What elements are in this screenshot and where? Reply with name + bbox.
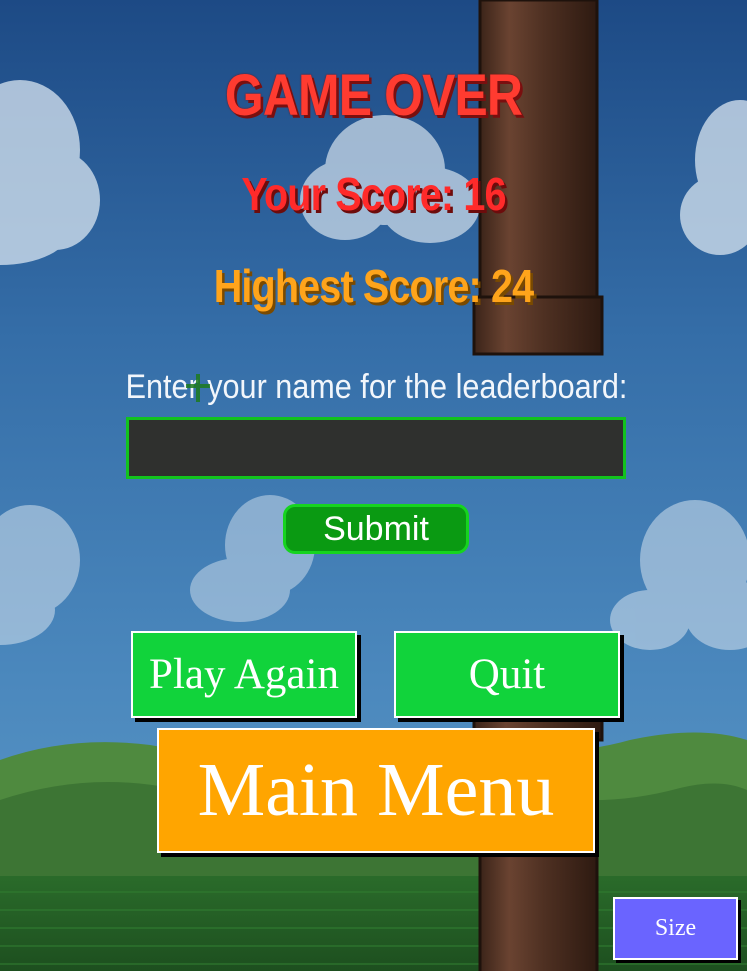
game-over-title: GAME OVER — [224, 63, 523, 128]
leaderboard-prompt: Enter your name for the leaderboard: — [125, 368, 628, 406]
quit-button[interactable]: Quit — [394, 631, 620, 718]
player-name-input[interactable] — [126, 417, 626, 479]
quit-label: Quit — [468, 651, 546, 698]
play-again-button[interactable]: Play Again — [131, 631, 357, 718]
highest-score-text: Highest Score: 24 — [213, 260, 534, 312]
main-menu-button[interactable]: Main Menu — [157, 728, 595, 853]
submit-button-label: Submit — [323, 509, 429, 548]
main-menu-label: Main Menu — [197, 748, 555, 832]
submit-button[interactable]: Submit — [283, 504, 469, 554]
play-again-label: Play Again — [149, 651, 339, 698]
size-button[interactable]: Size — [613, 897, 738, 960]
size-label: Size — [654, 915, 697, 941]
sparkle-icon — [186, 374, 210, 402]
your-score-text: Your Score: 16 — [241, 168, 506, 220]
